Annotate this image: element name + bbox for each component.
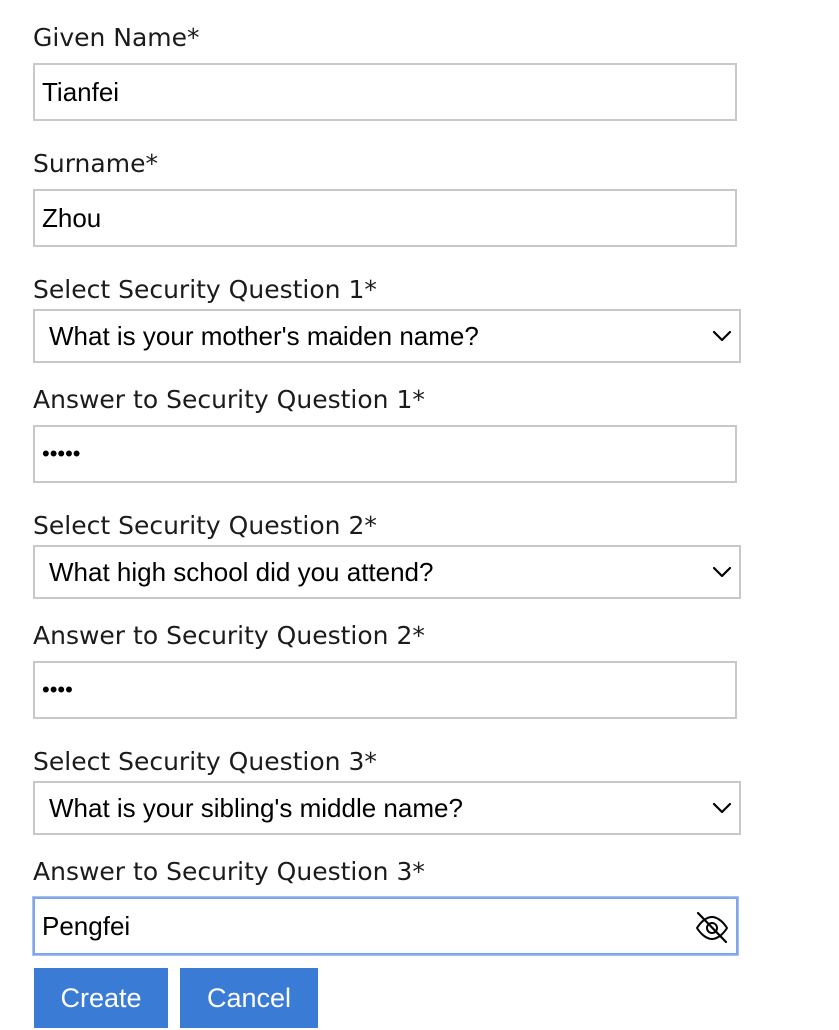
- surname-value: Zhou: [42, 203, 102, 233]
- chevron-down-icon: [712, 566, 732, 578]
- given-name-value: Tianfei: [42, 77, 120, 107]
- answer-2-label: Answer to Security Question 2*: [33, 621, 425, 650]
- security-question-3-label: Select Security Question 3*: [33, 747, 377, 776]
- security-question-1-select[interactable]: What is your mother's maiden name?: [33, 309, 741, 363]
- security-question-3-selected: What is your sibling's middle name?: [49, 793, 463, 823]
- security-question-2-label: Select Security Question 2*: [33, 511, 377, 540]
- security-question-1-label: Select Security Question 1*: [33, 275, 377, 304]
- cancel-button[interactable]: Cancel: [180, 968, 318, 1028]
- surname-input[interactable]: Zhou: [33, 189, 737, 247]
- security-question-3-select[interactable]: What is your sibling's middle name?: [33, 781, 741, 835]
- security-question-2-selected: What high school did you attend?: [49, 557, 434, 587]
- chevron-down-icon: [712, 330, 732, 342]
- chevron-down-icon: [712, 802, 732, 814]
- given-name-input[interactable]: Tianfei: [33, 63, 737, 121]
- eye-slash-icon[interactable]: [694, 910, 730, 944]
- create-button[interactable]: Create: [34, 968, 168, 1028]
- security-question-2-select[interactable]: What high school did you attend?: [33, 545, 741, 599]
- answer-1-label: Answer to Security Question 1*: [33, 385, 425, 414]
- answer-2-input[interactable]: ••••: [33, 661, 737, 719]
- answer-2-masked-value: ••••: [42, 677, 73, 702]
- answer-3-label: Answer to Security Question 3*: [33, 857, 425, 886]
- answer-1-masked-value: •••••: [42, 441, 81, 466]
- answer-1-input[interactable]: •••••: [33, 425, 737, 483]
- answer-3-input[interactable]: Pengfei: [33, 897, 738, 955]
- surname-label: Surname*: [33, 149, 158, 178]
- given-name-label: Given Name*: [33, 23, 200, 52]
- answer-3-value: Pengfei: [42, 911, 131, 941]
- security-question-1-selected: What is your mother's maiden name?: [49, 321, 479, 351]
